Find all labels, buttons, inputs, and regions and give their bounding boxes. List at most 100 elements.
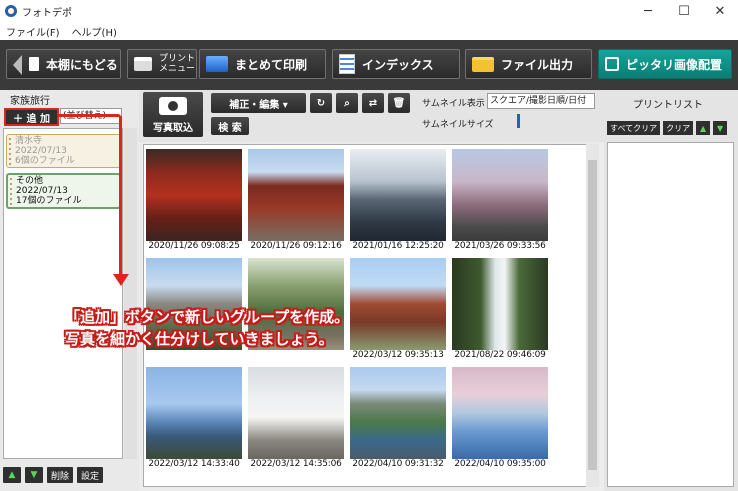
group-item-selected[interactable]: その他 2022/07/13 17個のファイル — [6, 173, 121, 209]
folder-icon — [472, 56, 494, 72]
callout-line-side — [119, 116, 122, 276]
photo-thumbnail[interactable] — [350, 149, 446, 241]
photo-datetime: 2021/01/16 12:25:20 — [352, 241, 444, 251]
callout-line-top — [59, 114, 121, 117]
print-list-panel: プリントリスト すべてクリア クリア ▲ ▼ — [604, 90, 738, 491]
photo-thumbnail[interactable] — [452, 367, 548, 459]
group-list: 清水寺 2022/07/13 6個のファイル その他 2022/07/13 17… — [3, 128, 123, 459]
rotate-button[interactable]: ↻ — [310, 93, 332, 113]
thumbnail-view-label: サムネイル表示 — [422, 99, 485, 109]
photo-datetime: 2022/04/10 09:35:00 — [454, 459, 546, 469]
arrow-down-icon: ▼ — [30, 470, 38, 480]
photo-cell[interactable]: 2021/03/26 09:33:56 — [450, 147, 550, 255]
rotate-icon: ↻ — [316, 97, 326, 109]
photo-datetime: 2022/03/12 14:33:40 — [148, 459, 240, 469]
photo-thumbnail[interactable] — [452, 258, 548, 350]
title-bar: フォトデポ ─ ☐ ✕ — [0, 0, 738, 22]
minimize-button[interactable]: ─ — [630, 0, 666, 22]
group-item[interactable]: 清水寺 2022/07/13 6個のファイル — [6, 134, 121, 168]
tutorial-callout: 「追加」ボタンで新しいグループを作成。 写真を細かく仕分けしていきましょう。 — [65, 306, 349, 350]
fit-check-icon — [605, 57, 619, 71]
delete-group-button[interactable]: 削除 — [47, 467, 74, 483]
photo-thumbnail[interactable] — [452, 149, 548, 241]
print-list-title: プリントリスト — [633, 100, 703, 111]
move-up-button[interactable]: ▲ — [696, 121, 711, 135]
move-down-button[interactable]: ▼ — [713, 121, 728, 135]
app-window: フォトデポ ─ ☐ ✕ ファイル(F) ヘルプ(H) 本棚にもどる プリント メ… — [0, 0, 738, 491]
clear-all-button[interactable]: すべてクリア — [607, 121, 661, 135]
index-label: インデックス — [362, 57, 434, 72]
back-to-shelf-button[interactable]: 本棚にもどる — [6, 49, 121, 79]
thumbnail-view-select[interactable]: スクエア/撮影日順/日付 — [487, 93, 595, 109]
batch-print-button[interactable]: まとめて印刷 — [199, 49, 326, 79]
photo-grid-scroll-thumb[interactable] — [588, 160, 597, 470]
photo-cell[interactable]: 2022/03/12 09:35:13 — [348, 256, 448, 364]
index-button[interactable]: インデックス — [332, 49, 460, 79]
photo-datetime: 2020/11/26 09:08:25 — [148, 241, 240, 251]
move-down-button[interactable]: ▼ — [25, 467, 43, 483]
photo-cell[interactable]: 2022/04/10 09:35:00 — [450, 365, 550, 473]
group-title: その他 — [16, 176, 44, 186]
print-list — [607, 142, 734, 487]
menu-file[interactable]: ファイル(F) — [0, 24, 66, 39]
callout-line-2: 写真を細かく仕分けしていきましょう。 — [65, 330, 334, 348]
trash-button[interactable]: 🗑 — [388, 93, 410, 113]
photo-cell[interactable]: 2022/04/10 09:31:32 — [348, 365, 448, 473]
photo-cell[interactable]: 2022/03/12 14:35:06 — [246, 365, 346, 473]
trash-icon: 🗑 — [392, 97, 406, 109]
maximize-button[interactable]: ☐ — [666, 0, 702, 22]
camera-icon — [159, 97, 187, 115]
app-logo-icon — [5, 5, 17, 17]
photo-toolbar: 写真取込 補正・編集 ▾ ↻ ⌕ ⇄ 🗑 検 索 サムネイル表示 スクエア/撮影… — [139, 90, 604, 142]
batch-print-label: まとめて印刷 — [235, 57, 308, 72]
move-up-button[interactable]: ▲ — [3, 467, 21, 483]
zoom-button[interactable]: ⌕ — [336, 93, 358, 113]
book-icon — [29, 57, 39, 71]
edit-button[interactable]: 補正・編集 ▾ — [211, 93, 306, 113]
photo-datetime: 2022/03/12 09:35:13 — [352, 350, 444, 360]
group-list-scrollbar[interactable] — [124, 128, 137, 459]
photo-datetime: 2021/03/26 09:33:56 — [454, 241, 546, 251]
menu-help[interactable]: ヘルプ(H) — [66, 24, 123, 39]
photo-datetime: 2021/08/22 09:46:09 — [454, 350, 546, 360]
photo-cell[interactable]: 2022/03/12 14:33:40 — [144, 365, 244, 473]
group-count: 17個のファイル — [16, 196, 82, 206]
add-group-button[interactable]: ＋ 追 加 — [4, 108, 59, 126]
photo-cell[interactable]: 2021/01/16 12:25:20 — [348, 147, 448, 255]
export-label: ファイル出力 — [501, 57, 574, 72]
menu-bar: ファイル(F) ヘルプ(H) — [0, 22, 738, 40]
swap-button[interactable]: ⇄ — [362, 93, 384, 113]
printer-icon — [134, 57, 152, 71]
photo-datetime: 2020/11/26 09:12:16 — [250, 241, 342, 251]
thumbnail-size-slider[interactable] — [517, 114, 520, 128]
photo-thumbnail[interactable] — [146, 367, 242, 459]
magnifier-icon: ⌕ — [344, 97, 350, 109]
stack-print-icon — [206, 56, 228, 72]
close-button[interactable]: ✕ — [702, 0, 738, 22]
print-menu-label-1: プリント — [159, 54, 196, 64]
settings-button[interactable]: 設定 — [77, 467, 104, 483]
photo-thumbnail[interactable] — [350, 258, 446, 350]
photo-cell[interactable]: 2020/11/26 09:12:16 — [246, 147, 346, 255]
print-menu-button[interactable]: プリント メニュー — [127, 49, 197, 79]
print-menu-label-2: メニュー — [159, 64, 196, 74]
fit-layout-button[interactable]: ピッタリ画像配置 — [598, 49, 732, 79]
window-title: フォトデポ — [22, 7, 72, 19]
photo-cell[interactable]: 2020/11/26 09:08:25 — [144, 147, 244, 255]
arrow-up-icon: ▲ — [8, 470, 16, 480]
photo-thumbnail[interactable] — [248, 149, 344, 241]
index-sheet-icon — [339, 54, 355, 74]
photo-datetime: 2022/04/10 09:31:32 — [352, 459, 444, 469]
import-photos-button[interactable]: 写真取込 — [143, 92, 203, 137]
photo-cell[interactable]: 2021/08/22 09:46:09 — [450, 256, 550, 364]
arrow-down-icon: ▼ — [717, 123, 724, 133]
search-button[interactable]: 検 索 — [211, 117, 249, 135]
photo-thumbnail[interactable] — [248, 367, 344, 459]
photo-thumbnail[interactable] — [350, 367, 446, 459]
photo-datetime: 2022/03/12 14:35:06 — [250, 459, 342, 469]
file-export-button[interactable]: ファイル出力 — [465, 49, 592, 79]
album-name: 家族旅行 — [10, 96, 50, 107]
clear-button[interactable]: クリア — [663, 121, 694, 135]
photo-thumbnail[interactable] — [146, 149, 242, 241]
arrow-up-icon: ▲ — [700, 123, 707, 133]
